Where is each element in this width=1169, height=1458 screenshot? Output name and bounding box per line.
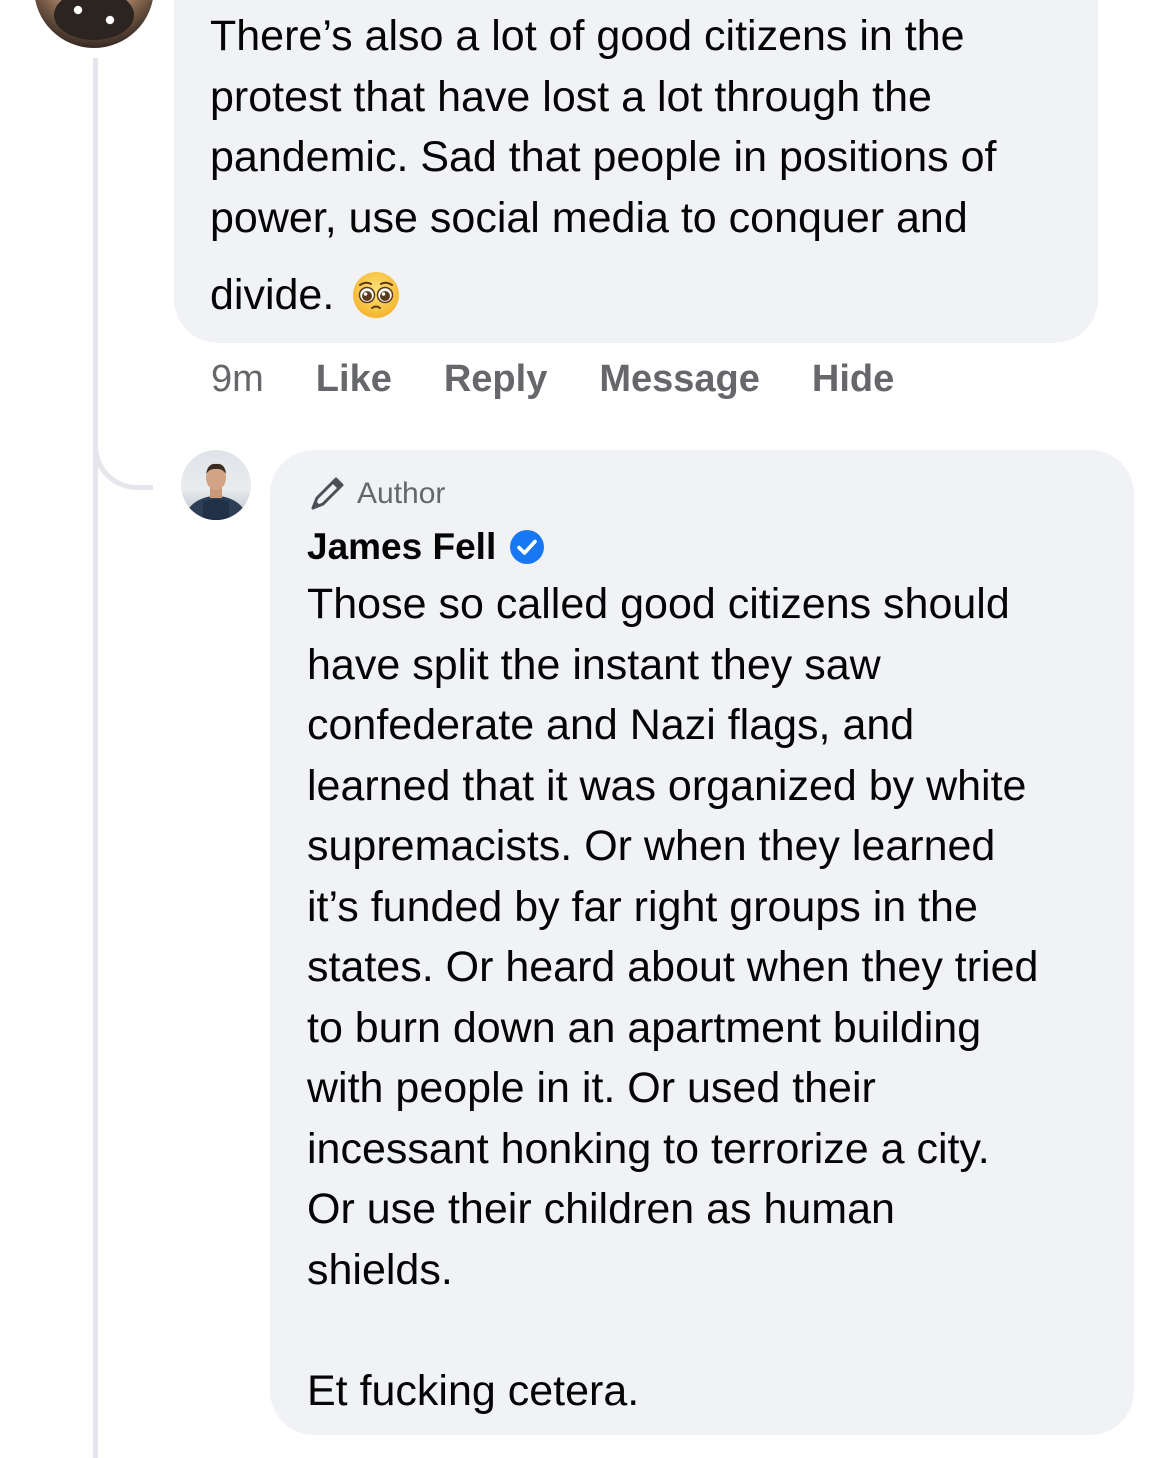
comment-actions: 9m Like Reply Message Hide [211,358,946,401]
thread-connector-line [93,58,98,1458]
parent-comment-last-line: divide. [210,265,1062,326]
reply-button[interactable]: Reply [444,358,547,401]
author-name-row: James Fell [307,522,1098,572]
author-badge: Author [307,472,1098,516]
comment-timestamp[interactable]: 9m [211,358,264,401]
author-badge-label: Author [357,477,446,510]
like-button[interactable]: Like [316,358,392,401]
author-name-link[interactable]: James Fell [307,526,496,568]
author-reply-bubble: Author James Fell Those so called good c… [270,450,1134,1435]
parent-comment-text-end: divide. [210,271,335,319]
parent-comment-bubble: There’s also a lot of good citizens in t… [174,0,1098,343]
message-button[interactable]: Message [599,358,760,401]
pleading-face-emoji-icon [352,271,400,319]
microphone-pen-icon [307,474,347,514]
verified-badge-icon [508,528,546,566]
author-reply-text: Those so called good citizens should hav… [307,580,1039,1415]
author-avatar[interactable] [181,450,251,520]
commenter-avatar[interactable] [34,0,154,48]
parent-comment-text: There’s also a lot of good citizens in t… [210,12,997,242]
hide-button[interactable]: Hide [812,358,894,401]
thread-reply-connector [93,400,153,490]
